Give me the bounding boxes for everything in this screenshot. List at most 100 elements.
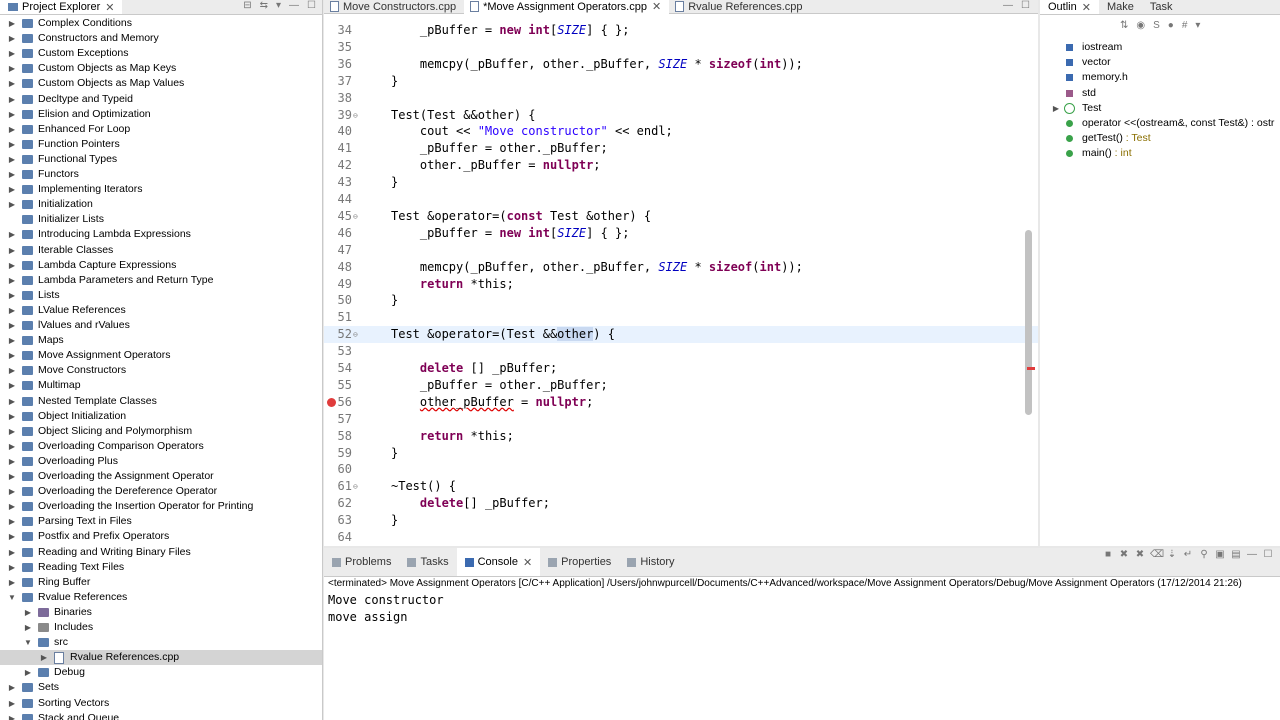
console-tab[interactable]: Properties — [540, 548, 619, 576]
tree-item[interactable]: ▶ Iterable Classes — [0, 243, 322, 258]
tree-item[interactable]: ▶ Complex Conditions — [0, 16, 322, 31]
tree-item[interactable]: ▶ Functors — [0, 167, 322, 182]
code-line[interactable]: 47 — [324, 242, 1038, 259]
chevron-down-icon[interactable]: ▼ — [8, 590, 16, 605]
tree-item[interactable]: ▶ Enhanced For Loop — [0, 122, 322, 137]
tree-item[interactable]: ▶ Overloading Plus — [0, 454, 322, 469]
code-line[interactable]: 40 cout << "Move constructor" << endl; — [324, 123, 1038, 140]
pin-console-icon[interactable]: ⚲ — [1198, 549, 1210, 561]
code-line[interactable]: 39 ⊖ Test(Test &&other) { — [324, 107, 1038, 124]
code-line[interactable]: 42 other._pBuffer = nullptr; — [324, 157, 1038, 174]
tree-item[interactable]: ▶ Sets — [0, 680, 322, 695]
code-line[interactable]: 41 _pBuffer = other._pBuffer; — [324, 140, 1038, 157]
tree-item[interactable]: ▶ Custom Objects as Map Values — [0, 76, 322, 91]
tree-item[interactable]: ▶ Stack and Queue — [0, 711, 322, 720]
chevron-right-icon[interactable]: ▶ — [8, 182, 16, 197]
tree-item[interactable]: ▶ Custom Exceptions — [0, 46, 322, 61]
tree-item[interactable]: ▶ Nested Template Classes — [0, 394, 322, 409]
code-line[interactable]: 53 — [324, 343, 1038, 360]
chevron-right-icon[interactable]: ▶ — [8, 92, 16, 107]
chevron-right-icon[interactable]: ▶ — [8, 197, 16, 212]
chevron-right-icon[interactable]: ▶ — [8, 16, 16, 31]
code-line[interactable]: 55 _pBuffer = other._pBuffer; — [324, 377, 1038, 394]
tree-item[interactable]: ▶ Custom Objects as Map Keys — [0, 61, 322, 76]
word-wrap-icon[interactable]: ↵ — [1182, 549, 1194, 561]
chevron-down-icon[interactable]: ▼ — [24, 635, 32, 650]
tree-item[interactable]: ▶ Lists — [0, 288, 322, 303]
code-line[interactable]: 50} — [324, 292, 1038, 309]
chevron-right-icon[interactable]: ▶ — [8, 560, 16, 575]
code-line[interactable]: 63} — [324, 512, 1038, 529]
chevron-right-icon[interactable]: ▶ — [8, 243, 16, 258]
code-line[interactable]: 59} — [324, 445, 1038, 462]
chevron-right-icon[interactable]: ▶ — [8, 76, 16, 91]
chevron-right-icon[interactable]: ▶ — [8, 575, 16, 590]
code-line[interactable]: 57 — [324, 411, 1038, 428]
code-line[interactable]: 44 — [324, 191, 1038, 208]
chevron-right-icon[interactable]: ▶ — [8, 696, 16, 711]
chevron-right-icon[interactable]: ▶ — [8, 107, 16, 122]
tree-item[interactable]: ▶ Function Pointers — [0, 137, 322, 152]
chevron-right-icon[interactable]: ▶ — [24, 620, 32, 635]
tree-item[interactable]: ▶ Overloading the Assignment Operator — [0, 469, 322, 484]
code-area[interactable]: 34 _pBuffer = new int[SIZE] { }; 35 36 mem… — [324, 22, 1038, 546]
code-line[interactable]: 56 other_pBuffer = nullptr; — [324, 394, 1038, 411]
tree-item[interactable]: ▶ Binaries — [0, 605, 322, 620]
tree-item[interactable]: ▶ Includes — [0, 620, 322, 635]
editor-tab[interactable]: Move Constructors.cpp — [324, 0, 464, 14]
code-line[interactable]: 45 ⊖ Test &operator=(const Test &other) { — [324, 208, 1038, 225]
chevron-right-icon[interactable]: ▶ — [8, 258, 16, 273]
tree-item[interactable]: ▶ Implementing Iterators — [0, 182, 322, 197]
tree-item[interactable]: ▶ Reading and Writing Binary Files — [0, 545, 322, 560]
outline-item[interactable]: iostream — [1040, 40, 1280, 55]
tree-item[interactable]: ▶ Ring Buffer — [0, 575, 322, 590]
chevron-right-icon[interactable]: ▶ — [8, 484, 16, 499]
tree-item[interactable]: ▶ Maps — [0, 333, 322, 348]
open-console-icon[interactable]: ▣ — [1214, 549, 1226, 561]
outline-tab[interactable]: Make — [1099, 0, 1142, 14]
editor-tab[interactable]: *Move Assignment Operators.cpp ✕ — [464, 0, 670, 14]
chevron-right-icon[interactable]: ▶ — [8, 227, 16, 242]
tab-project-explorer[interactable]: Project Explorer ✕ — [0, 0, 123, 14]
fold-toggle-icon[interactable]: ⊖ — [353, 208, 358, 225]
chevron-right-icon[interactable]: ▶ — [8, 31, 16, 46]
outline-item[interactable]: ▶ Test — [1040, 101, 1280, 116]
code-line[interactable]: 54 delete [] _pBuffer; — [324, 360, 1038, 377]
collapse-all-icon[interactable]: ⊟ — [243, 0, 251, 11]
tree-item[interactable]: ▶ Elision and Optimization — [0, 107, 322, 122]
outline-item[interactable]: std — [1040, 86, 1280, 101]
close-icon[interactable]: ✕ — [523, 556, 532, 569]
code-line[interactable]: 38 — [324, 90, 1038, 107]
maximize-icon[interactable]: ☐ — [307, 0, 316, 11]
code-line[interactable]: 51 — [324, 309, 1038, 326]
chevron-right-icon[interactable]: ▶ — [8, 333, 16, 348]
tree-item[interactable]: ▶ Object Initialization — [0, 409, 322, 424]
chevron-right-icon[interactable]: ▶ — [8, 167, 16, 182]
fold-toggle-icon[interactable]: ⊖ — [353, 326, 358, 343]
tree-item[interactable]: ▶ Parsing Text in Files — [0, 514, 322, 529]
code-line[interactable]: 36 memcpy(_pBuffer, other._pBuffer, SIZE… — [324, 56, 1038, 73]
console-tab[interactable]: History — [619, 548, 682, 576]
chevron-right-icon[interactable]: ▶ — [8, 288, 16, 303]
code-line[interactable]: 60 — [324, 461, 1038, 478]
tree-item[interactable]: ▶ Move Constructors — [0, 363, 322, 378]
code-line[interactable]: 61 ⊖ ~Test() { — [324, 478, 1038, 495]
tree-item[interactable]: ▶ Lambda Parameters and Return Type — [0, 273, 322, 288]
outline-item[interactable]: vector — [1040, 55, 1280, 70]
tree-item[interactable]: ▶ Overloading Comparison Operators — [0, 439, 322, 454]
tree-item[interactable]: ▶ Decltype and Typeid — [0, 92, 322, 107]
fold-toggle-icon[interactable]: ⊖ — [353, 107, 358, 124]
chevron-right-icon[interactable]: ▶ — [8, 273, 16, 288]
code-line[interactable]: 34 _pBuffer = new int[SIZE] { }; — [324, 22, 1038, 39]
chevron-right-icon[interactable]: ▶ — [8, 680, 16, 695]
tree-item[interactable]: ▶ Multimap — [0, 378, 322, 393]
tree-item[interactable]: Initializer Lists — [0, 212, 322, 227]
scroll-lock-icon[interactable]: ⇣ — [1166, 549, 1178, 561]
tree-item[interactable]: ▶ Rvalue References.cpp — [0, 650, 322, 666]
chevron-right-icon[interactable]: ▶ — [8, 454, 16, 469]
group-includes-icon[interactable]: # — [1182, 20, 1188, 31]
chevron-right-icon[interactable]: ▶ — [8, 152, 16, 167]
display-selected-console-icon[interactable]: ▤ — [1230, 549, 1242, 561]
chevron-right-icon[interactable]: ▶ — [8, 424, 16, 439]
chevron-right-icon[interactable]: ▶ — [8, 469, 16, 484]
